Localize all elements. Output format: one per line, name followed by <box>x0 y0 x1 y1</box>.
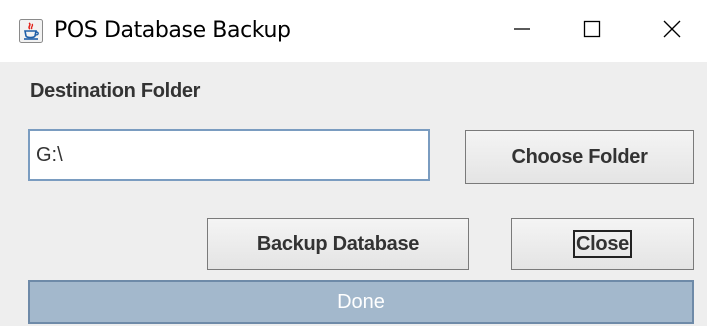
choose-folder-label: Choose Folder <box>511 145 648 168</box>
java-app-icon <box>19 19 43 43</box>
close-button[interactable]: Close <box>511 218 694 270</box>
minimize-button[interactable] <box>487 0 557 62</box>
destination-path-input[interactable] <box>28 129 430 181</box>
close-window-button[interactable] <box>637 0 707 62</box>
backup-database-button[interactable]: Backup Database <box>207 218 469 270</box>
choose-folder-button[interactable]: Choose Folder <box>465 130 694 184</box>
close-button-label: Close <box>573 230 632 258</box>
progress-status-text: Done <box>337 290 385 313</box>
backup-window: POS Database Backup Destination Folder C… <box>0 0 707 326</box>
backup-progress-bar: Done <box>28 280 694 324</box>
minimize-icon <box>512 19 532 44</box>
maximize-icon <box>582 19 602 44</box>
maximize-button[interactable] <box>557 0 627 62</box>
title-bar[interactable]: POS Database Backup <box>0 0 707 62</box>
close-icon <box>662 19 682 44</box>
destination-folder-label: Destination Folder <box>30 80 201 102</box>
backup-database-label: Backup Database <box>256 232 420 255</box>
window-title: POS Database Backup <box>54 18 291 43</box>
